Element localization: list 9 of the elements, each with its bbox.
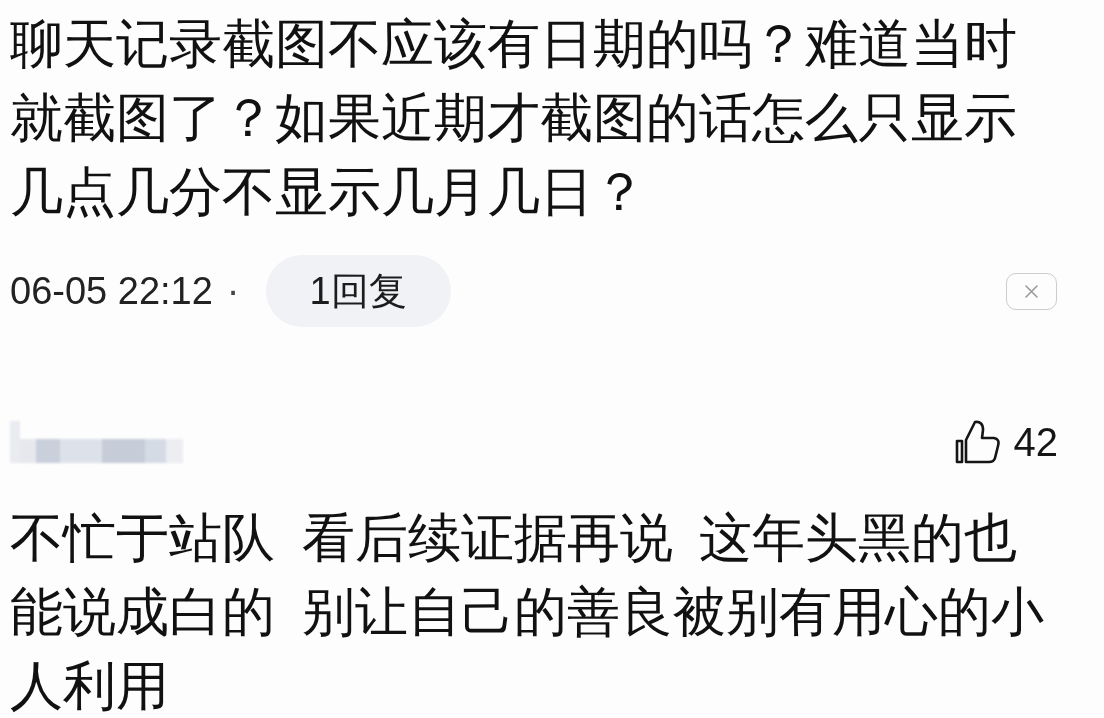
timestamp: 06-05 22:12 — [10, 269, 213, 313]
close-icon — [1025, 284, 1038, 298]
close-button[interactable] — [1006, 272, 1057, 310]
dot-separator: · — [226, 269, 240, 313]
like-button[interactable]: 42 — [953, 419, 1058, 465]
thumbs-up-icon — [953, 419, 1000, 465]
comment-text: 聊天记录截图不应该有日期的吗？难道当时就截图了？如果近期才截图的话怎么只显示几点几分不显示几月几日？ — [10, 13, 1018, 223]
reply-count-button[interactable]: 1回复 — [265, 255, 451, 327]
comment-text: 不忙于站队 看后续证据再说 这年头黑的也能说成白的 别让自己的善良被别有用心的小人利用 — [10, 507, 1045, 717]
